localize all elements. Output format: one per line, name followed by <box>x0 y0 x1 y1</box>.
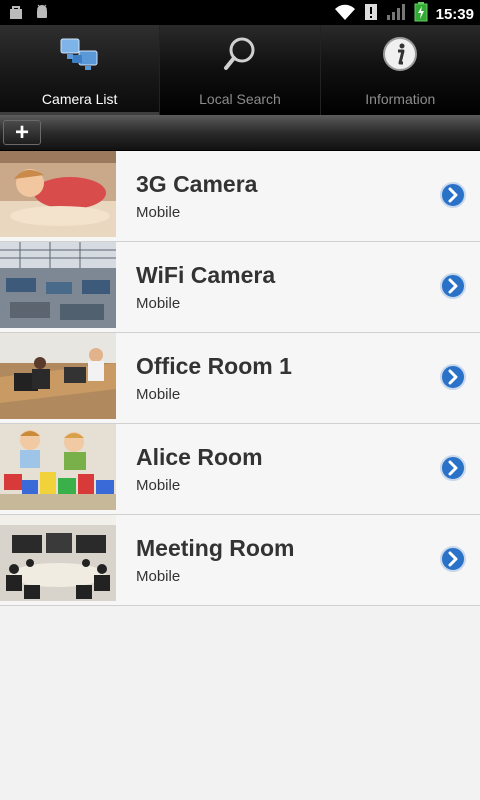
alert-icon <box>364 3 378 26</box>
camera-row[interactable]: 3G Camera Mobile <box>0 151 480 242</box>
info-icon <box>378 35 422 75</box>
status-bar: 15:39 <box>0 0 480 25</box>
tab-label: Information <box>365 91 436 107</box>
camera-type: Mobile <box>136 204 181 221</box>
chevron-right-icon[interactable] <box>440 182 466 208</box>
wifi-icon <box>334 3 356 26</box>
search-icon <box>218 35 262 75</box>
camera-name: 3G Camera <box>136 171 258 197</box>
camera-name: WiFi Camera <box>136 262 276 288</box>
camera-list: 3G Camera Mobile WiFi Camera Mobile Offi… <box>0 151 480 606</box>
android-icon <box>34 4 50 25</box>
signal-icon <box>386 3 406 26</box>
camera-type: Mobile <box>136 295 181 312</box>
camera-row[interactable]: Office Room 1 Mobile <box>0 333 480 424</box>
chevron-right-icon[interactable] <box>440 546 466 572</box>
camera-row[interactable]: Meeting Room Mobile <box>0 515 480 606</box>
factory-floor-thumbnail <box>0 242 116 328</box>
chevron-right-icon[interactable] <box>440 364 466 390</box>
tab-label: Camera List <box>41 91 118 107</box>
meeting-room-thumbnail <box>0 515 116 601</box>
toolbar: + <box>0 115 480 151</box>
tab-bar: Camera List Local Search Information <box>0 25 480 115</box>
camera-name: Alice Room <box>136 444 263 470</box>
chevron-right-icon[interactable] <box>440 273 466 299</box>
camera-row[interactable]: Alice Room Mobile <box>0 424 480 515</box>
add-camera-button[interactable]: + <box>3 120 41 145</box>
camera-type: Mobile <box>136 568 181 585</box>
camera-type: Mobile <box>136 477 181 494</box>
tab-information[interactable]: Information <box>319 25 480 115</box>
tab-camera-list[interactable]: Camera List <box>0 25 160 115</box>
camera-name: Meeting Room <box>136 535 295 561</box>
tab-label: Local Search <box>199 91 281 107</box>
office-thumbnail <box>0 333 116 419</box>
sleeping-child-thumbnail <box>0 151 116 237</box>
tab-local-search[interactable]: Local Search <box>159 25 319 115</box>
battery-charging-icon <box>414 2 428 27</box>
kids-playing-thumbnail <box>0 424 116 510</box>
camera-list-icon <box>58 35 102 75</box>
clock: 15:39 <box>435 6 474 23</box>
camera-type: Mobile <box>136 386 181 403</box>
bag-icon <box>8 4 24 25</box>
camera-row[interactable]: WiFi Camera Mobile <box>0 242 480 333</box>
camera-name: Office Room 1 <box>136 353 292 379</box>
chevron-right-icon[interactable] <box>440 455 466 481</box>
